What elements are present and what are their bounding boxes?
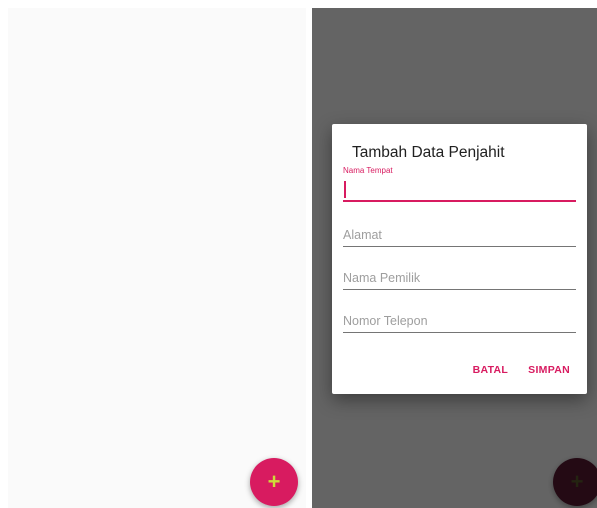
add-fab-button[interactable]: + [250, 458, 298, 506]
text-cursor [344, 181, 346, 198]
nama-tempat-input[interactable] [343, 178, 576, 202]
alamat-field[interactable]: Alamat [343, 221, 576, 247]
nama-pemilik-placeholder: Nama Pemilik [343, 271, 421, 285]
right-screen: + Tambah Data Penjahit Nama Tempat Alama… [312, 8, 597, 508]
nomor-telepon-placeholder: Nomor Telepon [343, 314, 428, 328]
plus-icon: + [267, 469, 281, 494]
alamat-input[interactable]: Alamat [343, 224, 576, 247]
nomor-telepon-input[interactable]: Nomor Telepon [343, 310, 576, 333]
save-button[interactable]: SIMPAN [528, 364, 570, 376]
alamat-placeholder: Alamat [343, 228, 382, 242]
dialog-title: Tambah Data Penjahit [352, 144, 505, 161]
nama-tempat-label: Nama Tempat [343, 166, 393, 175]
add-tailor-dialog: Tambah Data Penjahit Nama Tempat Alamat … [332, 124, 587, 394]
dialog-actions: BATAL SIMPAN [473, 364, 570, 376]
nama-pemilik-input[interactable]: Nama Pemilik [343, 267, 576, 290]
nomor-telepon-field[interactable]: Nomor Telepon [343, 307, 576, 333]
nama-tempat-field[interactable]: Nama Tempat [343, 166, 576, 202]
nama-pemilik-field[interactable]: Nama Pemilik [343, 264, 576, 290]
cancel-button[interactable]: BATAL [473, 364, 509, 376]
left-screen: + [8, 8, 306, 508]
